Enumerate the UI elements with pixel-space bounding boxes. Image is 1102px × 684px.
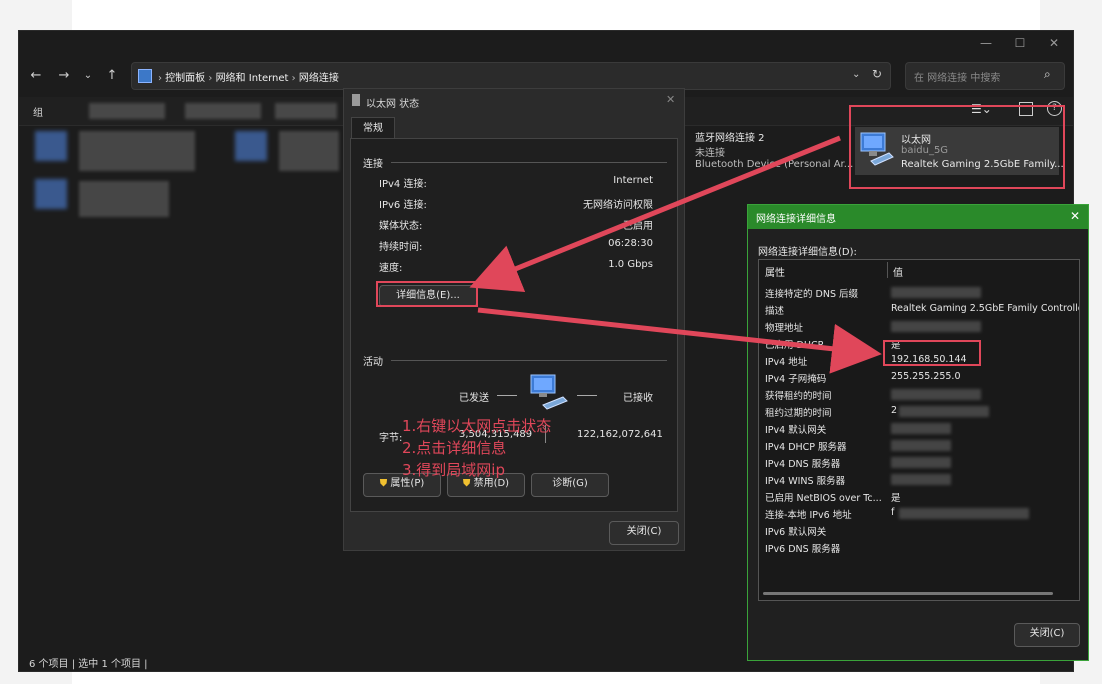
arrow-to-ipv4-address: [477, 307, 882, 374]
arrow-to-details-button: [469, 135, 841, 292]
annotation-arrows: [469, 135, 882, 374]
